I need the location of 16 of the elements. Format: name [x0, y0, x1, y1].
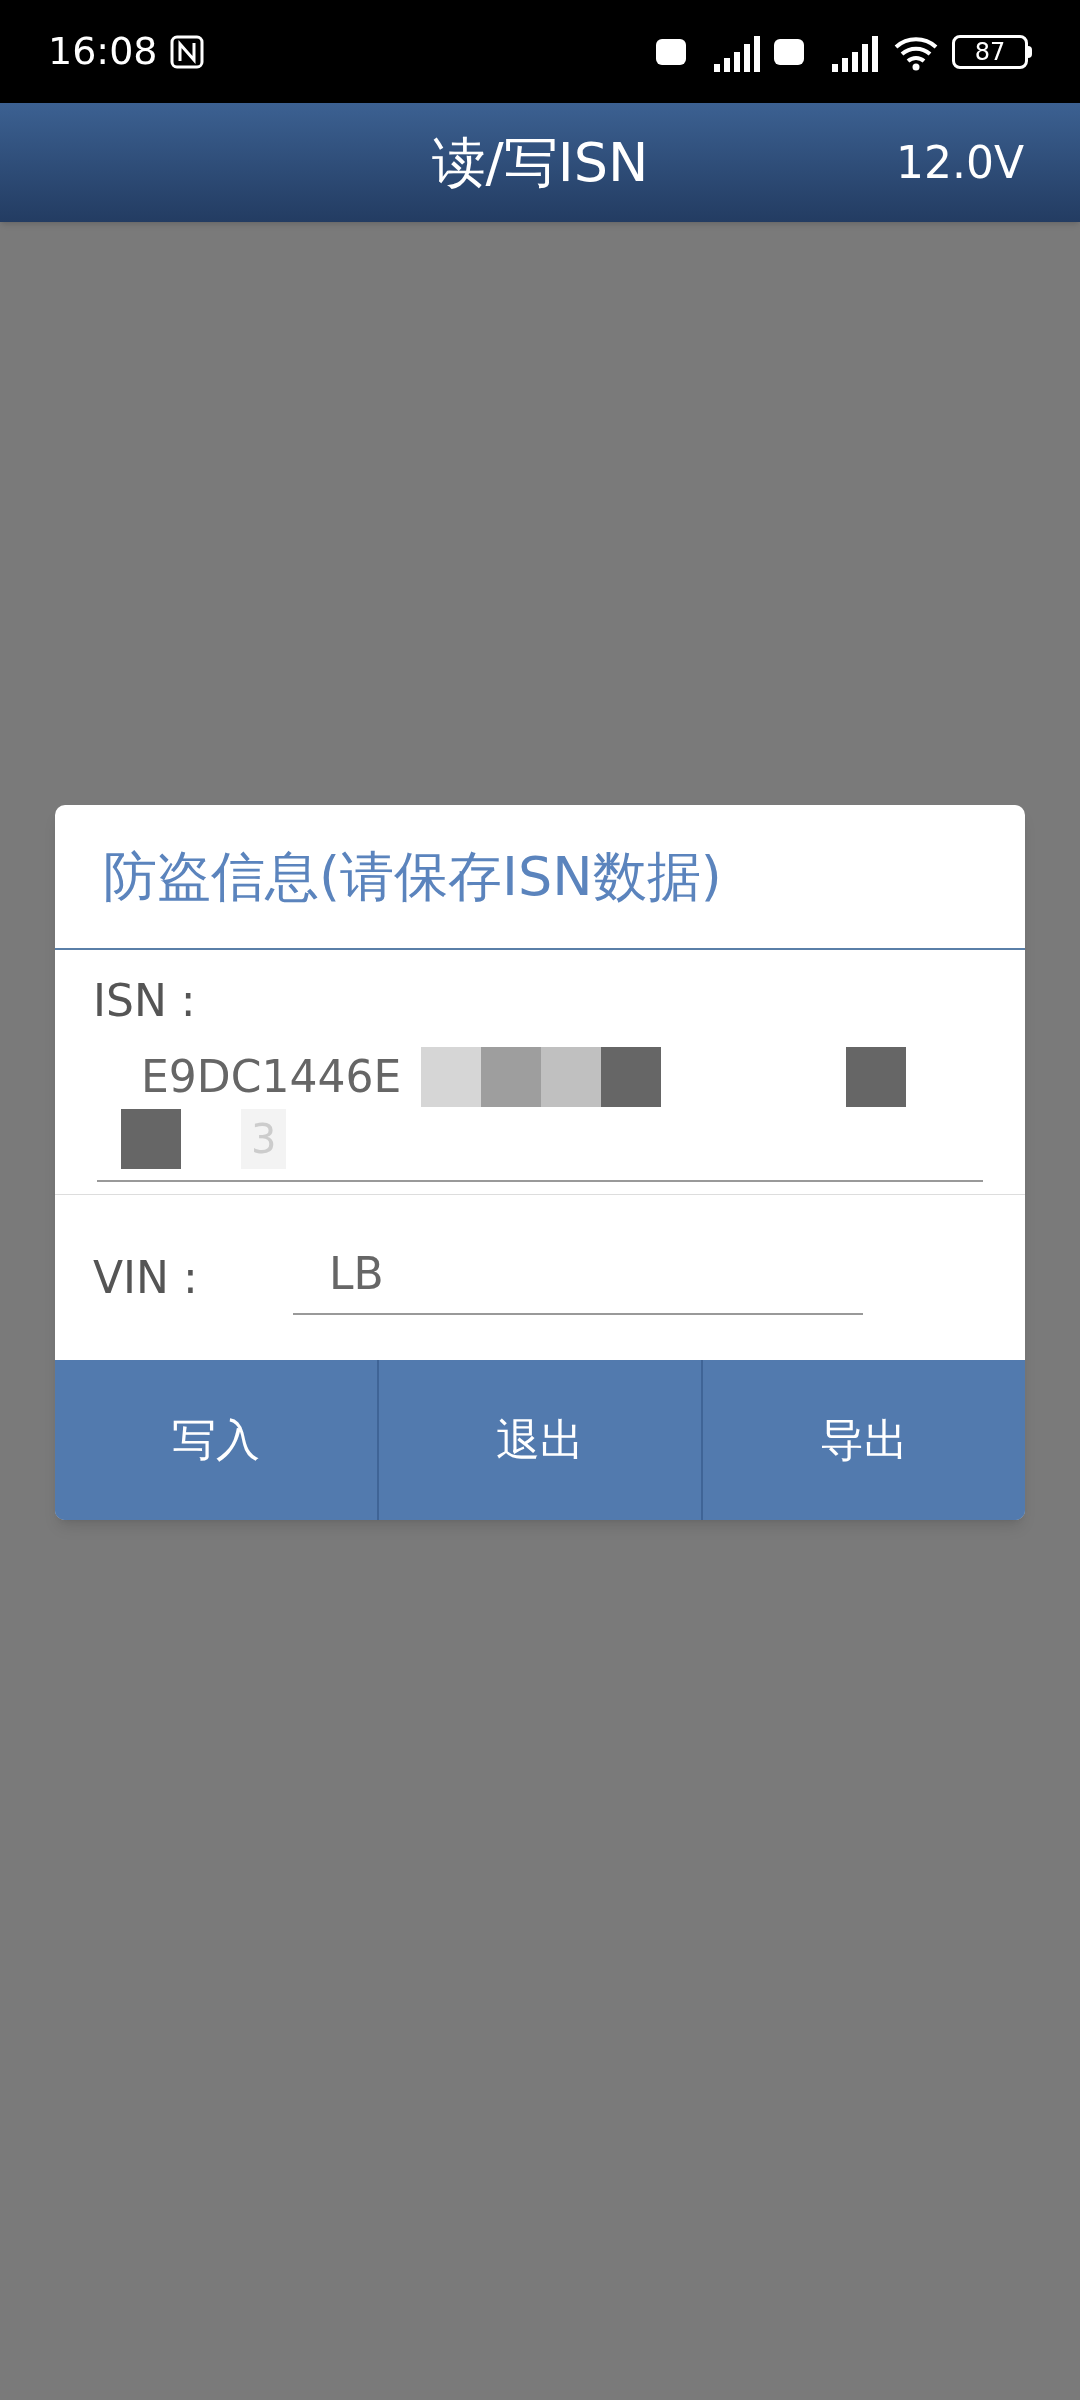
vin-label: VIN : — [93, 1250, 199, 1305]
status-time: 16:08 — [48, 28, 158, 75]
redaction-block — [121, 1109, 181, 1169]
dialog-button[interactable]: 导出 — [701, 1360, 1025, 1520]
isn-value: E9DC1446E — [140, 1050, 402, 1104]
redaction-block — [601, 1047, 662, 1107]
isn-label: ISN : — [93, 975, 196, 1026]
redaction-block — [481, 1047, 542, 1107]
voltage-reading: 12.0V — [895, 135, 1024, 190]
redaction-block — [541, 1047, 602, 1107]
redaction-block — [421, 1047, 482, 1107]
vin-field[interactable]: LB — [293, 1240, 863, 1315]
page-title: 读/写ISN — [431, 130, 649, 196]
redaction-block — [846, 1047, 907, 1107]
dialog-title: 防盗信息(请保存ISN数据) — [103, 844, 722, 910]
nfc-icon — [169, 34, 204, 69]
